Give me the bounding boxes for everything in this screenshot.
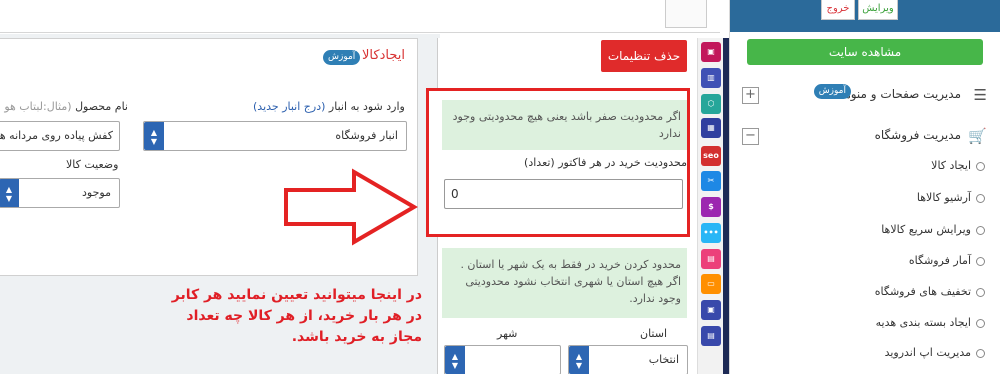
radio-bullet-icon	[976, 162, 985, 171]
cart-icon: 🛒	[968, 127, 987, 145]
tools-toolbar: ▣ ▥ ⬡ ▦ seo ✂ $ ••• ▤ ▭ ▣ ▤	[697, 38, 723, 374]
radio-bullet-icon	[976, 349, 985, 358]
document-icon[interactable]: ▤	[701, 326, 721, 346]
zero-limit-hint: اگر محدودیت صفر باشد یعنی هیچ محدودیتی و…	[442, 100, 687, 150]
purchase-limit-input[interactable]: 0	[444, 179, 683, 209]
product-name-example: (مثال:لبتاب هو	[4, 100, 72, 113]
radio-bullet-icon	[976, 226, 985, 235]
sidebar-item-label: ایجاد کالا	[931, 159, 971, 172]
purchase-limit-label: محدودیت خرید در هر فاکتور (تعداد)	[524, 156, 687, 169]
sidebar-section-pages[interactable]: ☰ مدیریت صفحات و منوها آموزش +	[730, 81, 1000, 109]
discount-icon[interactable]: $	[701, 197, 721, 217]
tutorial-badge[interactable]: آموزش	[813, 84, 851, 99]
radio-bullet-icon	[976, 194, 985, 203]
sidebar-item-store-stats[interactable]: آمار فروشگاه	[730, 251, 1000, 273]
sidebar-section-label: مدیریت فروشگاه	[874, 128, 961, 142]
sidebar-item-label: ویرایش سریع کالاها	[881, 223, 971, 236]
sidebar-item-label: آمار فروشگاه	[908, 254, 971, 267]
chart-icon[interactable]: ▥	[701, 68, 721, 88]
top-bar	[0, 0, 720, 33]
pointer-arrow-icon	[284, 168, 418, 246]
product-panel-title: ایجادکالا	[362, 48, 405, 63]
sidebar-item-android-app[interactable]: مدیریت اپ اندروید	[730, 343, 1000, 365]
app-icon[interactable]: ▣	[701, 42, 721, 62]
radio-bullet-icon	[976, 257, 985, 266]
city-select[interactable]: ▲ ▼	[444, 345, 561, 374]
tools-icon[interactable]: ✂	[701, 171, 721, 191]
delete-settings-button[interactable]: حذف تنظیمات	[601, 40, 687, 72]
product-name-label-text: نام محصول	[75, 100, 128, 113]
exit-button[interactable]: خروج	[821, 0, 855, 20]
more-icon[interactable]: •••	[701, 223, 721, 243]
annotation-text: در اینجا میتوانید تعیین نمایید هر کابر د…	[171, 287, 422, 345]
product-status-value: موجود	[82, 186, 111, 199]
sidebar-item-quick-edit[interactable]: ویرایش سریع کالاها	[730, 220, 1000, 242]
top-bar-button[interactable]	[665, 0, 707, 28]
select-arrows-icon: ▲ ▼	[144, 122, 164, 150]
sidebar-item-label: ایجاد بسته بندی هدیه	[875, 316, 971, 329]
select-arrows-icon: ▲ ▼	[569, 346, 589, 374]
radio-bullet-icon	[976, 288, 985, 297]
new-warehouse-link[interactable]: (درج انبار جدید)	[253, 100, 325, 113]
sidebar-item-label: تخفیف های فروشگاه	[874, 285, 971, 298]
expand-toggle[interactable]: +	[742, 87, 759, 104]
hexagon-icon[interactable]: ⬡	[701, 94, 721, 114]
view-site-button[interactable]: مشاهده سایت	[747, 39, 983, 65]
gallery-icon[interactable]: ▤	[701, 249, 721, 269]
province-select-value: انتخاب	[648, 353, 679, 366]
select-arrows-icon: ▲ ▼	[0, 179, 19, 207]
admin-sidebar: ویرایش خروج مشاهده سایت ☰ مدیریت صفحات و…	[729, 0, 1000, 374]
sidebar-item-create-product[interactable]: ایجاد کالا	[730, 156, 1000, 178]
product-name-label: نام محصول (مثال:لبتاب هو	[0, 100, 128, 113]
warehouse-select[interactable]: ▲ ▼ انبار فروشگاه	[143, 121, 407, 151]
list-icon: ☰	[973, 86, 987, 104]
warehouse-select-value: انبار فروشگاه	[335, 129, 398, 142]
province-select[interactable]: ▲ ▼ انتخاب	[568, 345, 688, 374]
city-label: شهر	[497, 327, 518, 340]
stats-icon[interactable]: ▦	[701, 118, 721, 138]
sidebar-item-label: مدیریت اپ اندروید	[884, 346, 971, 359]
warehouse-label: وارد شود به انبار (درج انبار جدید)	[253, 100, 405, 113]
product-status-label: وضعیت کالا	[66, 158, 119, 171]
radio-bullet-icon	[976, 319, 985, 328]
city-limit-hint: محدود کردن خرید در فقط به یک شهر یا استا…	[442, 248, 687, 318]
sidebar-item-discounts[interactable]: تخفیف های فروشگاه	[730, 282, 1000, 304]
sidebar-item-label: آرشیو کالاها	[916, 191, 971, 204]
select-arrows-icon: ▲ ▼	[445, 346, 465, 374]
product-status-select[interactable]: ▲ ▼ موجود	[0, 178, 120, 208]
sidebar-header: ویرایش خروج	[730, 0, 1000, 32]
collapse-toggle[interactable]: −	[742, 128, 759, 145]
ticket-icon[interactable]: ▭	[701, 274, 721, 294]
warehouse-label-text: وارد شود به انبار	[328, 100, 405, 113]
tutorial-badge[interactable]: آموزش	[323, 50, 361, 65]
province-label: استان	[640, 327, 668, 340]
sidebar-item-gift-wrap[interactable]: ایجاد بسته بندی هدیه	[730, 313, 1000, 335]
sidebar-section-label: مدیریت صفحات و منوها	[840, 87, 961, 101]
layout-icon[interactable]: ▣	[701, 300, 721, 320]
edit-button[interactable]: ویرایش	[858, 0, 898, 20]
sidebar-item-product-archive[interactable]: آرشیو کالاها	[730, 188, 1000, 210]
product-name-input[interactable]: کفش پیاده روی مردانه هو	[0, 121, 120, 151]
seo-icon[interactable]: seo	[701, 146, 721, 166]
sidebar-section-store[interactable]: 🛒 مدیریت فروشگاه −	[730, 122, 1000, 150]
